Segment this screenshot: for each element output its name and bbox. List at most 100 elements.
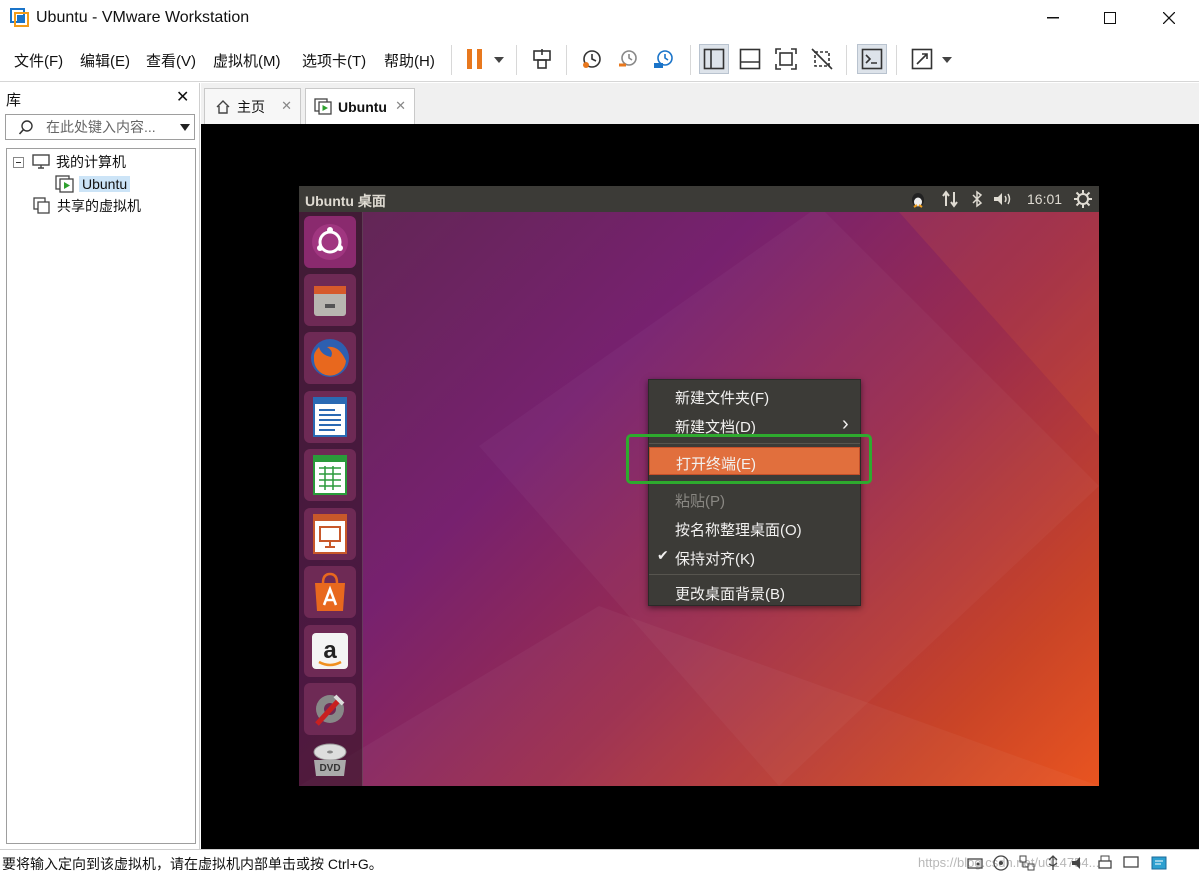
network-adapter-icon[interactable]: [1018, 854, 1036, 872]
library-view-button[interactable]: [699, 44, 729, 74]
maximize-button[interactable]: [1087, 0, 1133, 36]
maximize-icon: [1104, 12, 1116, 24]
menu-vm[interactable]: 虚拟机(M): [213, 50, 281, 71]
revert-snapshot-icon: [619, 50, 637, 67]
hard-disk-icon[interactable]: [966, 854, 984, 872]
tree-node-ubuntu[interactable]: Ubuntu: [55, 174, 131, 194]
annotation-highlight-box: [626, 434, 872, 484]
pause-dropdown-arrow[interactable]: [494, 57, 504, 63]
unity-button[interactable]: [807, 44, 837, 74]
vm-running-icon: [55, 175, 74, 193]
menu-edit[interactable]: 编辑(E): [80, 50, 130, 71]
amazon-icon[interactable]: a: [304, 625, 356, 677]
console-view-button[interactable]: [857, 44, 887, 74]
library-search-input[interactable]: [46, 118, 176, 136]
ubuntu-launcher: a DVD: [299, 212, 363, 786]
tab-home[interactable]: 主页 ✕: [204, 88, 301, 124]
menu-help[interactable]: 帮助(H): [384, 50, 435, 71]
search-icon: [18, 120, 33, 135]
software-center-icon[interactable]: [304, 566, 356, 618]
home-icon: [216, 99, 230, 114]
ubuntu-dash-icon[interactable]: [304, 216, 356, 268]
sound-card-icon[interactable]: [1070, 854, 1088, 872]
usb-icon[interactable]: [1044, 854, 1062, 872]
tree-node-shared-vms[interactable]: 共享的虚拟机: [33, 196, 141, 216]
display-icon[interactable]: [1122, 854, 1140, 872]
menu-item-change-background[interactable]: 更改桌面背景(B): [649, 578, 860, 606]
network-icon[interactable]: [942, 190, 958, 208]
ubuntu-clock[interactable]: 16:01: [1027, 191, 1062, 207]
checkmark-icon: ✔: [657, 547, 669, 563]
snapshot-manager-icon: [654, 50, 673, 68]
system-settings-icon[interactable]: [304, 683, 356, 735]
volume-icon[interactable]: [992, 190, 1014, 208]
library-view-icon: [703, 48, 725, 70]
library-search-box[interactable]: [5, 114, 195, 140]
tux-icon[interactable]: [909, 190, 927, 208]
tab-home-label: 主页: [237, 98, 265, 115]
close-icon: [1163, 12, 1175, 24]
toolbar-separator: [451, 45, 452, 75]
settings-gear-icon[interactable]: [1074, 190, 1092, 208]
stretch-dropdown-arrow[interactable]: [942, 57, 952, 63]
unity-icon: [811, 48, 833, 70]
send-ctrl-alt-del-button[interactable]: [528, 44, 558, 74]
libreoffice-impress-icon[interactable]: [304, 508, 356, 560]
fullscreen-button[interactable]: [771, 44, 801, 74]
toolbar-separator: [896, 45, 897, 75]
close-button[interactable]: [1146, 0, 1192, 36]
menu-file[interactable]: 文件(F): [14, 50, 63, 71]
shared-vm-icon: [33, 197, 50, 214]
tab-strip: 主页 ✕ Ubuntu ✕: [201, 83, 1199, 125]
snapshot-manager-button[interactable]: [649, 44, 679, 74]
console-icon: [861, 48, 883, 70]
menu-item-keep-aligned-label: 保持对齐(K): [675, 551, 755, 568]
send-ctrl-alt-del-icon: [533, 49, 551, 69]
snapshot-button[interactable]: [577, 44, 607, 74]
tab-home-close-button[interactable]: ✕: [281, 98, 292, 114]
search-dropdown-arrow[interactable]: [180, 124, 190, 131]
stretch-button[interactable]: [907, 44, 937, 74]
minimize-button[interactable]: [1030, 0, 1076, 36]
menu-item-paste[interactable]: 粘贴(P): [649, 485, 860, 513]
vmware-app-icon: [10, 8, 29, 27]
libreoffice-writer-icon[interactable]: [304, 391, 356, 443]
tab-ubuntu[interactable]: Ubuntu ✕: [305, 88, 415, 125]
libreoffice-calc-icon[interactable]: [304, 449, 356, 501]
dvd-icon[interactable]: DVD: [304, 741, 356, 779]
menu-item-keep-aligned[interactable]: ✔ 保持对齐(K): [649, 543, 860, 571]
library-title: 库: [6, 92, 22, 109]
menu-view[interactable]: 查看(V): [146, 50, 196, 71]
snapshot-icon: [583, 50, 601, 68]
ubuntu-desktop[interactable]: Ubuntu 桌面 16:01 a DVD 新建文件夹(F) 新建文档(D) ›…: [299, 186, 1099, 786]
revert-snapshot-button[interactable]: [613, 44, 643, 74]
toolbar-separator: [566, 45, 567, 75]
menu-tabs[interactable]: 选项卡(T): [302, 50, 366, 71]
pause-button[interactable]: [460, 44, 490, 74]
pause-icon: [467, 49, 482, 69]
thumbnail-view-icon: [739, 48, 761, 70]
menu-item-arrange-by-name[interactable]: 按名称整理桌面(O): [649, 514, 860, 542]
library-tree: 我的计算机 Ubuntu 共享的虚拟机: [6, 148, 196, 844]
toolbar-separator: [846, 45, 847, 75]
vm-console[interactable]: Ubuntu 桌面 16:01 a DVD 新建文件夹(F) 新建文档(D) ›…: [201, 124, 1199, 849]
library-close-button[interactable]: ✕: [176, 87, 189, 107]
files-icon[interactable]: [304, 274, 356, 326]
menu-item-new-folder[interactable]: 新建文件夹(F): [649, 382, 860, 410]
menu-item-arrange-by-name-label: 按名称整理桌面(O): [675, 522, 802, 539]
toolbar-separator: [516, 45, 517, 75]
collapse-toggle-icon[interactable]: [13, 156, 24, 168]
tree-node-my-computer[interactable]: 我的计算机: [13, 152, 126, 172]
message-log-icon[interactable]: [1150, 854, 1168, 872]
cd-dvd-icon[interactable]: [992, 854, 1010, 872]
computer-icon: [32, 154, 50, 169]
ubuntu-panel-title: Ubuntu 桌面: [305, 193, 386, 209]
tab-ubuntu-close-button[interactable]: ✕: [395, 98, 406, 114]
thumbnail-view-button[interactable]: [735, 44, 765, 74]
firefox-icon[interactable]: [304, 332, 356, 384]
printer-icon[interactable]: [1096, 854, 1114, 872]
library-header: 库 ✕: [0, 83, 199, 111]
bluetooth-icon[interactable]: [971, 190, 983, 208]
title-bar: Ubuntu - VMware Workstation: [0, 0, 1199, 38]
tree-label-my-computer: 我的计算机: [56, 154, 126, 170]
